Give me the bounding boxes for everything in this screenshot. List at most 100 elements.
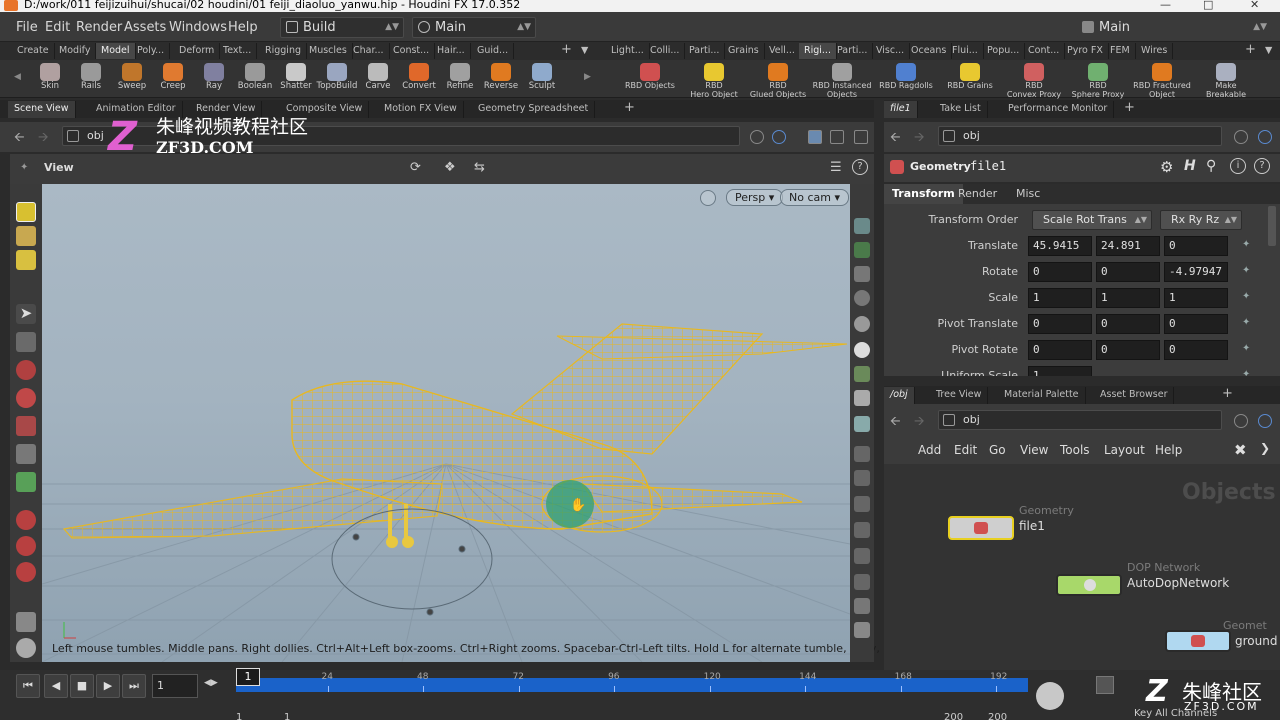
- grid-snap-icon[interactable]: [16, 562, 36, 582]
- tool-shatter[interactable]: Shatter: [274, 62, 318, 98]
- end-frame-field[interactable]: 200: [944, 712, 963, 720]
- channel-icon[interactable]: ✦: [1242, 343, 1250, 354]
- shelf-tab-oceans-r[interactable]: Oceans: [906, 43, 953, 59]
- tool-skin[interactable]: Skin: [28, 62, 72, 98]
- tool-rbd-glued-objects[interactable]: RBD Glued Objects: [746, 62, 810, 99]
- object-icon[interactable]: [808, 130, 822, 144]
- add-shelf-icon[interactable]: +: [556, 43, 577, 59]
- light-icon[interactable]: [854, 342, 870, 358]
- dolly-icon[interactable]: ⇆: [474, 160, 485, 175]
- visualize-icon[interactable]: [854, 366, 870, 382]
- channel-icon[interactable]: ✦: [1242, 265, 1250, 276]
- search-icon[interactable]: ⚲: [1206, 158, 1216, 174]
- stop-button[interactable]: ■: [70, 674, 94, 698]
- network-path-field[interactable]: obj: [938, 410, 1222, 430]
- node-file1[interactable]: [948, 516, 1014, 540]
- shelf-tab-pyro-fx-r[interactable]: Pyro FX: [1062, 43, 1109, 59]
- channel-icon[interactable]: ✦: [1242, 317, 1250, 328]
- menu-help[interactable]: Help: [228, 20, 258, 35]
- tool-sweep[interactable]: Sweep: [110, 62, 154, 98]
- tab-motion-fx-view[interactable]: Motion FX View: [378, 101, 464, 118]
- transform-order-select[interactable]: Scale Rot Trans ▲▼: [1032, 210, 1152, 230]
- shelf-tab-vell-r[interactable]: Vell...: [764, 43, 801, 59]
- tool-rbd-fractured-object[interactable]: RBD Fractured Object: [1130, 62, 1194, 99]
- close-icon[interactable]: ✕: [1250, 0, 1259, 10]
- normals-icon[interactable]: [854, 470, 870, 486]
- tool-topobuild[interactable]: TopoBuild: [315, 62, 359, 98]
- tools-icon[interactable]: ✖: [1234, 441, 1247, 459]
- realtime-icon[interactable]: [1096, 676, 1114, 694]
- start-frame-field[interactable]: 1: [236, 712, 242, 720]
- tool-refine[interactable]: Refine: [438, 62, 482, 98]
- add-pane-tab-icon[interactable]: +: [618, 101, 641, 118]
- shelf-tab-parti-r[interactable]: Parti...: [684, 43, 726, 59]
- frame-marker[interactable]: 1: [236, 668, 260, 686]
- camera-icon[interactable]: [854, 390, 870, 406]
- back-arrow-icon[interactable]: 🡨: [14, 128, 25, 150]
- right-desktop-selector[interactable]: Main ▲▼: [1076, 17, 1272, 38]
- network-editor[interactable]: Objects Geometry file1 DOP Network AutoD…: [884, 464, 1280, 670]
- tool-rbd-instanced-objects[interactable]: RBD Instanced Objects: [810, 62, 874, 99]
- snapshot-icon[interactable]: [854, 416, 870, 432]
- shelf-tab-hair[interactable]: Hair...: [432, 43, 471, 59]
- forward-arrow-icon[interactable]: 🡪: [914, 128, 925, 150]
- tab-file1[interactable]: file1: [884, 101, 918, 118]
- link-icon[interactable]: [772, 130, 786, 144]
- eraser-icon[interactable]: [854, 598, 870, 614]
- lock-icon[interactable]: [16, 332, 36, 352]
- shelf-tab-popu-r[interactable]: Popu...: [982, 43, 1026, 59]
- tool-carve[interactable]: Carve: [356, 62, 400, 98]
- jump-start-button[interactable]: ⏮: [16, 674, 40, 698]
- param-field-pivot-rotate-0[interactable]: 0: [1028, 340, 1092, 360]
- back-arrow-icon[interactable]: 🡨: [890, 412, 901, 434]
- param-field-rotate-1[interactable]: 0: [1096, 262, 1160, 282]
- forward-arrow-icon[interactable]: 🡪: [38, 128, 49, 150]
- shelf-tab-modify[interactable]: Modify: [54, 43, 97, 59]
- tab-material-palette[interactable]: Material Palette: [998, 387, 1086, 404]
- tool-rbd-ragdolls[interactable]: RBD Ragdolls: [874, 62, 938, 98]
- tool-reverse[interactable]: Reverse: [479, 62, 523, 98]
- tool-rbd-convex-proxy[interactable]: RBD Convex Proxy: [1002, 62, 1066, 99]
- menu-edit[interactable]: Edit: [45, 20, 70, 35]
- shelf-tab-colli-r[interactable]: Colli...: [645, 43, 686, 59]
- shelf-tab-muscles[interactable]: Muscles: [304, 43, 353, 59]
- shelf-tab-text[interactable]: Text...: [218, 43, 258, 59]
- tab-take-list[interactable]: Take List: [934, 101, 988, 118]
- select-mode-geometry-icon[interactable]: [16, 226, 36, 246]
- menu-file[interactable]: File: [16, 20, 38, 35]
- tab-tree-view[interactable]: Tree View: [930, 387, 989, 404]
- tool-convert[interactable]: Convert: [397, 62, 441, 98]
- link-icon[interactable]: [1258, 130, 1272, 144]
- channel-icon[interactable]: ✦: [1242, 369, 1250, 376]
- help-icon[interactable]: ?: [852, 159, 868, 175]
- camera-menu[interactable]: No cam ▾: [780, 189, 849, 206]
- param-field-scale-0[interactable]: 1: [1028, 288, 1092, 308]
- node-ground[interactable]: [1165, 630, 1231, 652]
- pin-icon[interactable]: [750, 130, 764, 144]
- layout-icon[interactable]: [854, 130, 868, 144]
- tool-rbd-sphere-proxy[interactable]: RBD Sphere Proxy: [1066, 62, 1130, 99]
- shelf-tab-rigging[interactable]: Rigging: [260, 43, 307, 59]
- param-path-field[interactable]: obj: [938, 126, 1222, 146]
- camera-tool-icon[interactable]: [16, 638, 36, 658]
- param-field-pivot-translate-0[interactable]: 0: [1028, 314, 1092, 334]
- start-frame-field-2[interactable]: 1: [284, 712, 290, 720]
- scroll-right-icon[interactable]: ▶: [584, 72, 591, 82]
- node-name-field[interactable]: file1: [970, 159, 1006, 173]
- shelf-tab-parti-r[interactable]: Parti...: [832, 43, 874, 59]
- shelf-tab-wires-r[interactable]: Wires: [1136, 43, 1174, 59]
- shelf-tab-fem-r[interactable]: FEM: [1105, 43, 1136, 59]
- network-menu-help[interactable]: Help: [1155, 443, 1182, 457]
- perspective-menu[interactable]: Persp ▾: [726, 189, 784, 206]
- render-region-icon[interactable]: [16, 612, 36, 632]
- snapshot-icon[interactable]: [830, 130, 844, 144]
- scale-tool-icon[interactable]: [16, 416, 36, 436]
- tab-obj[interactable]: /obj: [884, 387, 915, 404]
- shelf-tab-cont-r[interactable]: Cont...: [1023, 43, 1066, 59]
- network-selector[interactable]: Main ▲▼: [412, 17, 536, 38]
- scene-viewport[interactable]: Persp ▾ No cam ▾ ✋: [42, 184, 850, 662]
- param-field-translate-2[interactable]: 0: [1164, 236, 1228, 256]
- param-field-scale-2[interactable]: 1: [1164, 288, 1228, 308]
- rotate-tool-icon[interactable]: [16, 388, 36, 408]
- move-tool-icon[interactable]: [16, 360, 36, 380]
